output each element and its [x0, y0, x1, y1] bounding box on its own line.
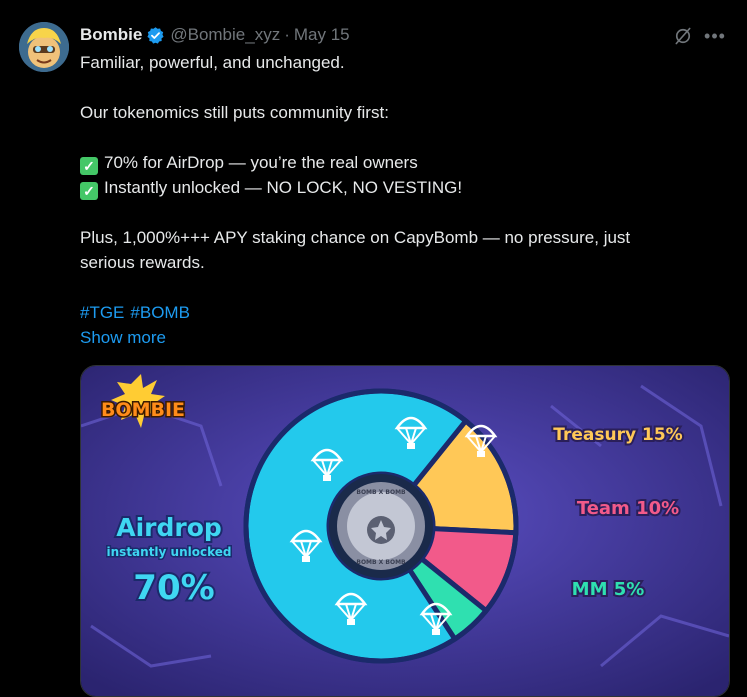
tweet-header: Bombie @Bombie_xyz · May 15	[80, 24, 350, 46]
center-text-top: BOMB X BOMB	[356, 489, 406, 496]
mm-label: MM 5%	[572, 579, 645, 600]
text-line: serious rewards.	[80, 253, 205, 272]
check-mark-icon: ✓	[80, 182, 98, 200]
tokenomics-graphic: BOMB X BOMB BOMB X BOMB BOMBIE Airdrop i…	[81, 366, 729, 696]
bullet-line: ✓ Instantly unlocked — NO LOCK, NO VESTIN…	[80, 175, 720, 200]
check-mark-icon: ✓	[80, 157, 98, 175]
text-line: Plus, 1,000%+++ APY staking chance on Ca…	[80, 228, 631, 247]
hashtag-link[interactable]: #BOMB	[130, 303, 190, 322]
verified-badge-icon	[146, 26, 165, 45]
tweet-date[interactable]: May 15	[294, 25, 350, 45]
airdrop-percent: 70%	[133, 568, 214, 608]
center-coin: BOMB X BOMB BOMB X BOMB	[329, 474, 433, 578]
airdrop-title: Airdrop	[116, 513, 222, 542]
avatar-image	[19, 22, 69, 72]
logo-text: BOMBIE	[101, 399, 185, 421]
author-handle[interactable]: @Bombie_xyz	[170, 25, 280, 45]
header-separator: ·	[284, 25, 290, 44]
airdrop-subtitle: instantly unlocked	[107, 545, 232, 559]
treasury-label: Treasury 15%	[553, 425, 682, 445]
bullet-line: ✓ 70% for AirDrop — you’re the real owner…	[80, 150, 720, 175]
text-line: Familiar, powerful, and unchanged.	[80, 53, 345, 72]
more-options-icon[interactable]: •••	[702, 23, 728, 49]
team-label: Team 10%	[577, 498, 679, 519]
tweet-text: Familiar, powerful, and unchanged. Our t…	[80, 50, 720, 350]
hashtags: #TGE #BOMB	[80, 300, 720, 325]
show-more-link[interactable]: Show more	[80, 325, 720, 350]
author-name[interactable]: Bombie	[80, 25, 142, 45]
grok-icon[interactable]	[670, 23, 696, 49]
avatar[interactable]	[19, 22, 69, 72]
tweet-media-image[interactable]: BOMB X BOMB BOMB X BOMB BOMBIE Airdrop i…	[80, 365, 730, 697]
bullet-text: Instantly unlocked — NO LOCK, NO VESTING…	[104, 178, 463, 197]
tweet[interactable]: Bombie @Bombie_xyz · May 15 ••• Familiar…	[0, 0, 747, 697]
text-line: Our tokenomics still puts community firs…	[80, 103, 389, 122]
center-text-bottom: BOMB X BOMB	[356, 559, 406, 566]
bullet-text: 70% for AirDrop — you’re the real owners	[104, 153, 418, 172]
hashtag-link[interactable]: #TGE	[80, 303, 124, 322]
